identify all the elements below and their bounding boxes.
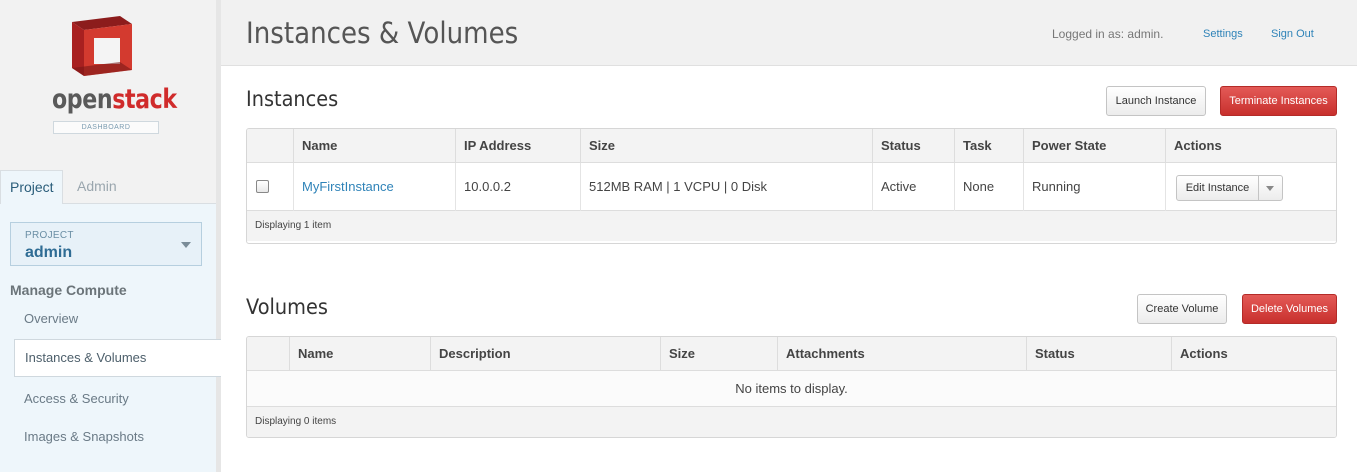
volumes-table-header: Name Description Size Attachments Status…	[247, 337, 1336, 371]
logo-wordmark: openstack	[52, 84, 177, 115]
instance-power-state: Running	[1023, 163, 1165, 211]
nav-heading-manage-compute: Manage Compute	[10, 282, 127, 298]
instance-name-cell: MyFirstInstance	[293, 163, 455, 211]
chevron-down-icon	[181, 242, 191, 248]
sidebar-item-overview[interactable]: Overview	[24, 311, 78, 326]
table-row: MyFirstInstance 10.0.0.2 512MB RAM | 1 V…	[247, 163, 1336, 211]
column-header-actions: Actions	[1165, 129, 1336, 163]
delete-volumes-button[interactable]: Delete Volumes	[1242, 294, 1337, 324]
sidebar-item-instances-volumes[interactable]: Instances & Volumes	[14, 339, 221, 377]
column-header-ip[interactable]: IP Address	[455, 129, 580, 163]
sidebar-tabs: Project Admin	[0, 170, 216, 205]
logo-word-open: open	[52, 84, 113, 115]
edit-instance-button[interactable]: Edit Instance	[1177, 176, 1259, 200]
project-select[interactable]: PROJECT admin	[10, 222, 202, 266]
project-select-value: admin	[25, 244, 73, 261]
launch-instance-button[interactable]: Launch Instance	[1106, 86, 1206, 116]
settings-link[interactable]: Settings	[1203, 28, 1243, 40]
column-header-attachments[interactable]: Attachments	[777, 337, 1026, 371]
instance-task: None	[954, 163, 1023, 211]
volumes-table: Name Description Size Attachments Status…	[246, 336, 1337, 438]
column-header-status[interactable]: Status	[1026, 337, 1171, 371]
page-title: Instances & Volumes	[246, 16, 519, 50]
column-header-power-state[interactable]: Power State	[1023, 129, 1165, 163]
sign-out-link[interactable]: Sign Out	[1271, 28, 1314, 40]
logo-word-stack: stack	[112, 84, 177, 115]
volumes-footer: Displaying 0 items	[247, 407, 1336, 437]
create-volume-button[interactable]: Create Volume	[1137, 294, 1227, 324]
terminate-instances-button[interactable]: Terminate Instances	[1220, 86, 1337, 116]
instance-size: 512MB RAM | 1 VCPU | 0 Disk	[580, 163, 872, 211]
top-bar: Instances & Volumes Logged in as: admin.…	[221, 0, 1357, 66]
caret-down-icon	[1266, 186, 1274, 191]
row-checkbox-cell	[247, 163, 293, 211]
edit-instance-split-button: Edit Instance	[1176, 175, 1283, 201]
logged-in-text: Logged in as: admin.	[1052, 27, 1164, 41]
column-header-status[interactable]: Status	[872, 129, 954, 163]
row-checkbox[interactable]	[256, 180, 269, 193]
sidebar-panel: PROJECT admin Manage Compute Overview In…	[0, 204, 221, 472]
volumes-title: Volumes	[246, 295, 328, 319]
tab-admin[interactable]: Admin	[68, 170, 126, 204]
actions-dropdown-toggle[interactable]	[1259, 176, 1282, 200]
column-header-name[interactable]: Name	[293, 129, 455, 163]
sidebar-item-images-snapshots[interactable]: Images & Snapshots	[24, 429, 144, 444]
instances-footer: Displaying 1 item	[247, 211, 1336, 241]
instance-ip: 10.0.0.2	[455, 163, 580, 211]
empty-message: No items to display.	[247, 371, 1336, 407]
select-column-header	[247, 337, 289, 371]
select-column-header	[247, 129, 293, 163]
column-header-size[interactable]: Size	[580, 129, 872, 163]
instance-name-link[interactable]: MyFirstInstance	[302, 179, 394, 194]
sidebar: openstack DASHBOARD Project Admin PROJEC…	[0, 0, 221, 472]
project-select-caption: PROJECT	[25, 230, 74, 241]
app: openstack DASHBOARD Project Admin PROJEC…	[0, 0, 1357, 472]
tab-project[interactable]: Project	[0, 170, 63, 205]
column-header-description[interactable]: Description	[430, 337, 660, 371]
instance-status: Active	[872, 163, 954, 211]
sidebar-item-access-security[interactable]: Access & Security	[24, 391, 129, 406]
instance-actions-cell: Edit Instance	[1165, 163, 1336, 211]
column-header-size[interactable]: Size	[660, 337, 777, 371]
column-header-name[interactable]: Name	[289, 337, 430, 371]
logo-subtitle: DASHBOARD	[53, 121, 159, 134]
column-header-actions: Actions	[1171, 337, 1336, 371]
instances-table-header: Name IP Address Size Status Task Power S…	[247, 129, 1336, 163]
instances-title: Instances	[246, 87, 339, 111]
column-header-task[interactable]: Task	[954, 129, 1023, 163]
instances-table: Name IP Address Size Status Task Power S…	[246, 128, 1337, 244]
